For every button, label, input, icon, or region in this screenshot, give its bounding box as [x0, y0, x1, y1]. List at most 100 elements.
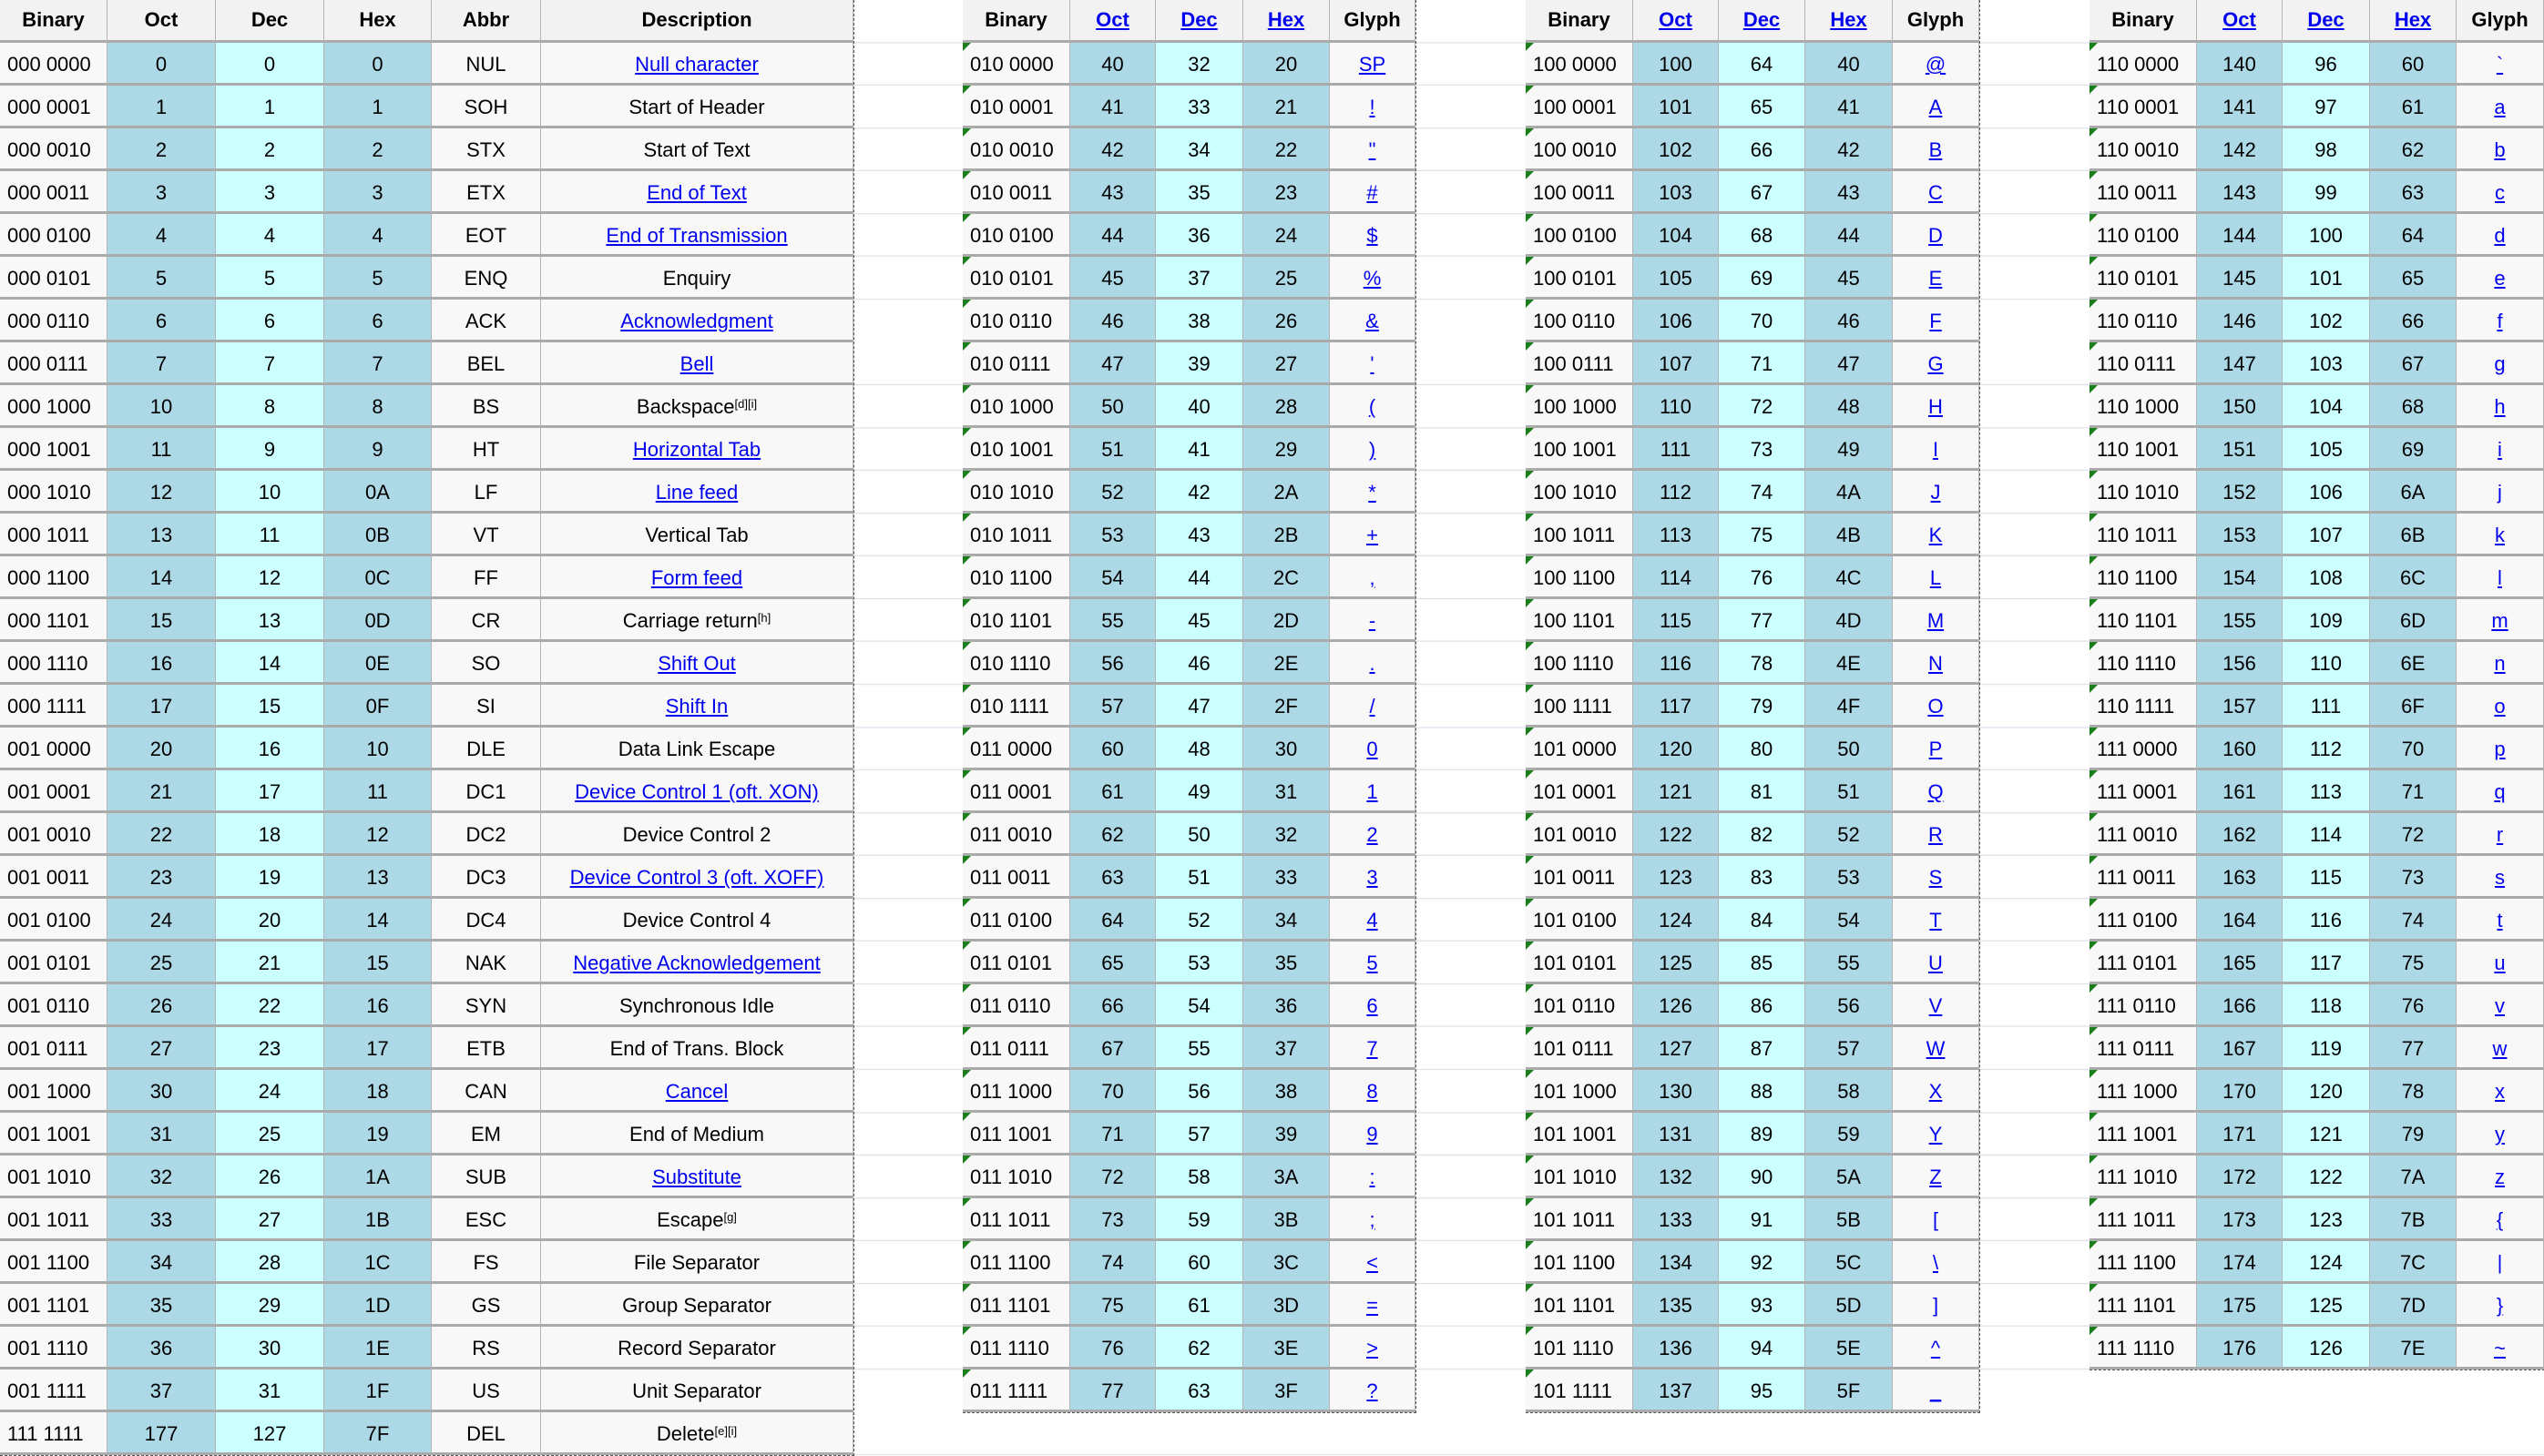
glyph-cell[interactable]: SP — [1330, 43, 1415, 86]
glyph-cell[interactable]: 5 — [1330, 942, 1415, 984]
glyph-cell-link[interactable]: 5 — [1366, 952, 1377, 975]
glyph-cell[interactable]: c — [2457, 171, 2544, 214]
description-link[interactable]: Shift Out — [658, 652, 736, 676]
glyph-cell-link[interactable]: ^ — [1931, 1337, 1940, 1360]
glyph-cell-link[interactable]: A — [1929, 96, 1943, 119]
glyph-cell-link[interactable]: Y — [1929, 1123, 1943, 1146]
glyph-cell-link[interactable]: j — [2498, 481, 2502, 504]
glyph-cell[interactable]: 1 — [1330, 770, 1415, 813]
header-dec[interactable]: Dec — [1156, 0, 1243, 43]
glyph-cell-link[interactable]: B — [1929, 138, 1943, 162]
glyph-cell-link[interactable]: O — [1927, 695, 1943, 718]
glyph-cell-link[interactable]: [ — [1933, 1208, 1938, 1232]
glyph-cell[interactable]: s — [2457, 856, 2544, 899]
glyph-cell-link[interactable]: 4 — [1366, 909, 1377, 932]
glyph-cell[interactable]: A — [1893, 86, 1979, 128]
glyph-cell[interactable]: = — [1330, 1284, 1415, 1327]
glyph-cell[interactable]: t — [2457, 899, 2544, 942]
glyph-cell[interactable]: ' — [1330, 342, 1415, 385]
glyph-cell[interactable]: b — [2457, 128, 2544, 171]
glyph-cell[interactable]: S — [1893, 856, 1979, 899]
glyph-cell-link[interactable]: h — [2494, 395, 2505, 419]
glyph-cell-link[interactable]: $ — [1366, 224, 1377, 248]
header-hex[interactable]: Hex — [1805, 0, 1893, 43]
glyph-cell-link[interactable]: k — [2495, 524, 2505, 547]
glyph-cell[interactable]: D — [1893, 214, 1979, 257]
glyph-cell[interactable]: % — [1330, 257, 1415, 300]
glyph-cell-link[interactable]: G — [1927, 352, 1943, 376]
description-link[interactable]: Line feed — [656, 481, 739, 504]
glyph-cell[interactable]: 8 — [1330, 1070, 1415, 1113]
glyph-cell[interactable]: r — [2457, 813, 2544, 856]
footnote-ref[interactable]: [h] — [758, 611, 771, 625]
glyph-cell[interactable]: ( — [1330, 385, 1415, 428]
description-cell[interactable]: Cancel — [541, 1070, 853, 1113]
glyph-cell[interactable]: ^ — [1893, 1327, 1979, 1369]
glyph-cell-link[interactable]: P — [1929, 738, 1943, 761]
glyph-cell-link[interactable]: 9 — [1366, 1123, 1377, 1146]
glyph-cell[interactable]: U — [1893, 942, 1979, 984]
glyph-cell[interactable]: # — [1330, 171, 1415, 214]
glyph-cell-link[interactable]: p — [2494, 738, 2505, 761]
glyph-cell-link[interactable]: = — [1366, 1294, 1378, 1318]
glyph-cell-link[interactable]: ~ — [2494, 1337, 2506, 1360]
header-oct[interactable]: Oct — [2197, 0, 2283, 43]
glyph-cell[interactable]: - — [1330, 599, 1415, 642]
glyph-cell-link[interactable]: M — [1927, 609, 1944, 633]
glyph-cell-link[interactable]: ; — [1369, 1208, 1374, 1232]
glyph-cell[interactable]: _ — [1893, 1369, 1979, 1412]
glyph-cell-link[interactable]: N — [1928, 652, 1943, 676]
glyph-cell[interactable]: g — [2457, 342, 2544, 385]
glyph-cell[interactable]: $ — [1330, 214, 1415, 257]
glyph-cell-link[interactable]: q — [2494, 780, 2505, 804]
glyph-cell-link[interactable]: 6 — [1366, 994, 1377, 1018]
glyph-cell-link[interactable]: } — [2497, 1294, 2503, 1318]
header-dec-link[interactable]: Dec — [2307, 8, 2344, 32]
glyph-cell[interactable]: & — [1330, 300, 1415, 342]
description-cell[interactable]: Line feed — [541, 471, 853, 514]
glyph-cell-link[interactable]: S — [1929, 866, 1943, 890]
glyph-cell[interactable]: W — [1893, 1027, 1979, 1070]
glyph-cell-link[interactable]: \ — [1933, 1251, 1938, 1275]
glyph-cell-link[interactable]: E — [1929, 267, 1943, 290]
glyph-cell-link[interactable]: R — [1928, 823, 1943, 847]
glyph-cell[interactable]: q — [2457, 770, 2544, 813]
description-link[interactable]: Shift In — [666, 695, 728, 718]
header-hex-link[interactable]: Hex — [1268, 8, 1304, 32]
description-link[interactable]: Acknowledgment — [620, 310, 773, 333]
glyph-cell[interactable]: R — [1893, 813, 1979, 856]
header-hex[interactable]: Hex — [1243, 0, 1330, 43]
glyph-cell-link[interactable]: , — [1369, 566, 1374, 590]
glyph-cell[interactable]: * — [1330, 471, 1415, 514]
glyph-cell-link[interactable]: - — [1369, 609, 1375, 633]
glyph-cell[interactable]: \ — [1893, 1241, 1979, 1284]
glyph-cell-link[interactable]: b — [2494, 138, 2505, 162]
glyph-cell-link[interactable]: y — [2495, 1123, 2505, 1146]
glyph-cell-link[interactable]: K — [1929, 524, 1943, 547]
description-link[interactable]: Substitute — [652, 1166, 741, 1189]
glyph-cell[interactable]: : — [1330, 1156, 1415, 1198]
description-cell[interactable]: Shift In — [541, 685, 853, 728]
glyph-cell-link[interactable]: ] — [1933, 1294, 1938, 1318]
glyph-cell[interactable]: ` — [2457, 43, 2544, 86]
footnote-ref[interactable]: [d][i] — [735, 397, 758, 411]
glyph-cell-link[interactable]: Q — [1927, 780, 1943, 804]
glyph-cell-link[interactable]: # — [1366, 181, 1377, 205]
glyph-cell[interactable]: l — [2457, 556, 2544, 599]
glyph-cell[interactable]: G — [1893, 342, 1979, 385]
header-oct[interactable]: Oct — [1070, 0, 1156, 43]
glyph-cell[interactable]: o — [2457, 685, 2544, 728]
glyph-cell-link[interactable]: v — [2495, 994, 2505, 1018]
glyph-cell-link[interactable]: d — [2494, 224, 2505, 248]
description-cell[interactable]: Negative Acknowledgement — [541, 942, 853, 984]
description-cell[interactable]: Substitute — [541, 1156, 853, 1198]
header-dec-link[interactable]: Dec — [1743, 8, 1780, 32]
glyph-cell[interactable]: L — [1893, 556, 1979, 599]
glyph-cell-link[interactable]: . — [1369, 652, 1374, 676]
glyph-cell-link[interactable]: L — [1930, 566, 1941, 590]
glyph-cell[interactable]: M — [1893, 599, 1979, 642]
glyph-cell[interactable]: " — [1330, 128, 1415, 171]
glyph-cell-link[interactable]: % — [1364, 267, 1382, 290]
glyph-cell[interactable]: K — [1893, 514, 1979, 556]
glyph-cell-link[interactable]: e — [2494, 267, 2505, 290]
